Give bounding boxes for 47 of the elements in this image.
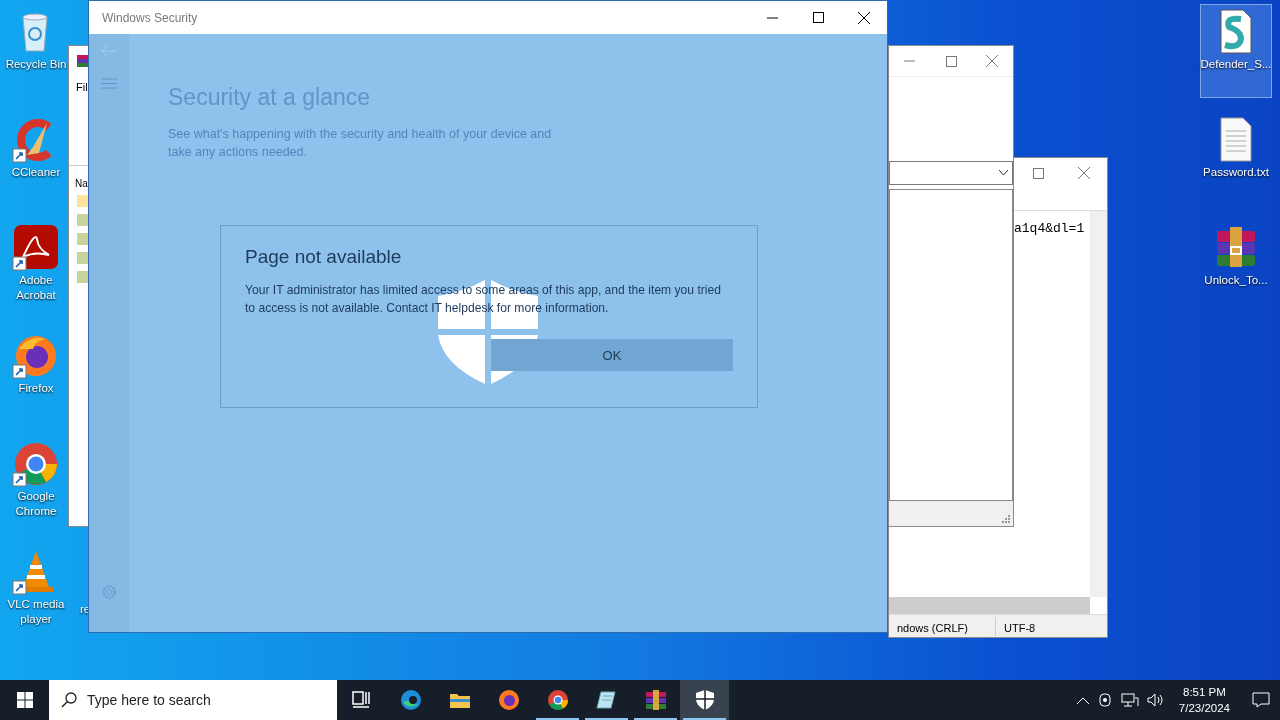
folder-icon <box>77 252 89 264</box>
status-text: UTF-8 <box>1004 621 1036 634</box>
network-icon[interactable] <box>1120 692 1139 708</box>
desktop-icon[interactable]: Unlock_To... <box>1200 220 1272 314</box>
chevron-up-icon[interactable] <box>1076 696 1089 704</box>
firefox-icon <box>496 688 521 712</box>
desktop-icon[interactable]: Adobe Acrobat <box>0 220 72 314</box>
minimize-icon[interactable] <box>766 16 778 19</box>
edge-icon <box>398 688 423 712</box>
speaker-icon[interactable] <box>1146 692 1165 708</box>
desktop-icon[interactable]: VLC media player <box>0 544 72 638</box>
horizontal-scrollbar[interactable] <box>889 597 1090 614</box>
search-field[interactable]: Type here to search <box>49 680 337 720</box>
notepad-icon <box>594 688 619 712</box>
desktop-icon[interactable]: Firefox <box>0 328 72 422</box>
chrome-icon <box>545 688 570 712</box>
desktop-icon[interactable]: Defender_S... <box>1200 4 1272 98</box>
desktop-icon[interactable]: Recycle Bin <box>0 4 72 98</box>
folder-icon <box>77 233 89 245</box>
archive-icon <box>643 688 668 712</box>
column-header[interactable]: Na <box>75 178 88 189</box>
maximize-icon[interactable] <box>812 12 824 23</box>
document-text: a1q4&dl=1 <box>1014 221 1085 236</box>
vertical-scrollbar[interactable] <box>1090 211 1107 597</box>
desktop-icon[interactable]: Password.txt <box>1200 112 1272 206</box>
status-text: ndows (CRLF) <box>897 621 968 634</box>
window-title: Windows Security <box>102 10 199 25</box>
notification-icon[interactable] <box>1252 692 1270 708</box>
page-subtitle: See what's happening with the security and health of your device and take any actions needed. <box>168 126 553 161</box>
folder-icon <box>77 214 89 226</box>
resize-grip-icon[interactable] <box>1002 515 1010 523</box>
folder-icon <box>77 271 89 283</box>
chevron-down-icon <box>999 170 1008 176</box>
menu-item[interactable]: Fil <box>76 81 88 93</box>
search-icon <box>61 692 77 708</box>
folder-icon <box>77 195 89 207</box>
dropdown[interactable] <box>889 161 1013 185</box>
desktop-icon[interactable]: Google Chrome <box>0 436 72 530</box>
taskbar-button[interactable] <box>680 680 729 720</box>
device-icon[interactable] <box>1096 692 1113 708</box>
windows-start-icon[interactable] <box>16 692 33 708</box>
dialog-title: Page not available <box>245 246 403 268</box>
ok-button[interactable]: OK <box>491 339 733 371</box>
archive-icon <box>77 55 89 67</box>
close-icon[interactable] <box>858 11 870 24</box>
clock[interactable]: 8:51 PM 7/23/2024 <box>1178 684 1230 716</box>
desktop-icon[interactable]: CCleaner <box>0 112 72 206</box>
